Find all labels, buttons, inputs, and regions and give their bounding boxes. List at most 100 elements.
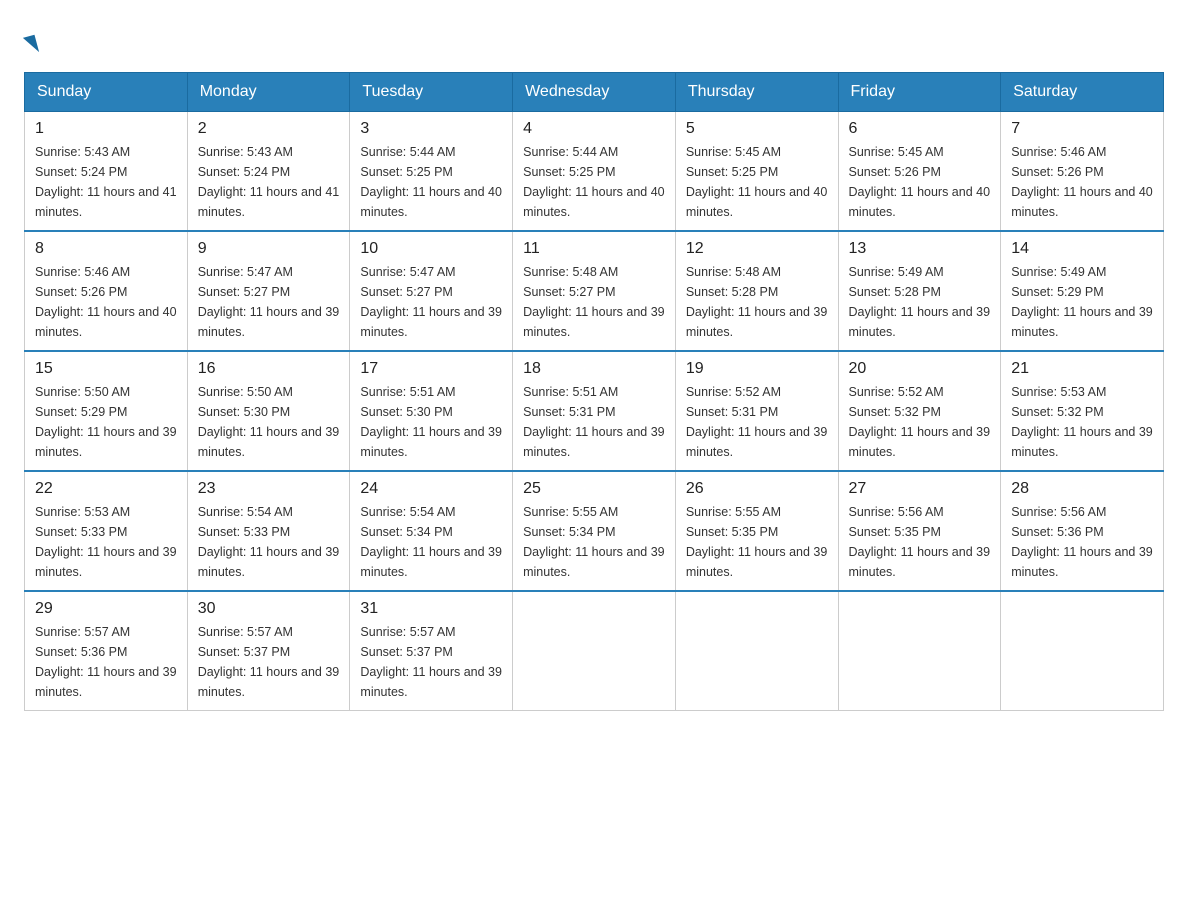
calendar-cell [513, 591, 676, 711]
day-info: Sunrise: 5:45 AM Sunset: 5:26 PM Dayligh… [849, 142, 991, 222]
calendar-cell: 14 Sunrise: 5:49 AM Sunset: 5:29 PM Dayl… [1001, 231, 1164, 351]
day-info: Sunrise: 5:52 AM Sunset: 5:31 PM Dayligh… [686, 382, 828, 462]
logo [24, 24, 38, 52]
day-info: Sunrise: 5:55 AM Sunset: 5:35 PM Dayligh… [686, 502, 828, 582]
day-info: Sunrise: 5:48 AM Sunset: 5:28 PM Dayligh… [686, 262, 828, 342]
day-number: 9 [198, 240, 340, 258]
calendar-week-row: 8 Sunrise: 5:46 AM Sunset: 5:26 PM Dayli… [25, 231, 1164, 351]
calendar-cell: 7 Sunrise: 5:46 AM Sunset: 5:26 PM Dayli… [1001, 112, 1164, 232]
day-number: 22 [35, 480, 177, 498]
calendar-header-sunday: Sunday [25, 73, 188, 112]
day-number: 17 [360, 360, 502, 378]
day-info: Sunrise: 5:44 AM Sunset: 5:25 PM Dayligh… [360, 142, 502, 222]
calendar-header-wednesday: Wednesday [513, 73, 676, 112]
calendar-cell: 12 Sunrise: 5:48 AM Sunset: 5:28 PM Dayl… [675, 231, 838, 351]
calendar-cell: 4 Sunrise: 5:44 AM Sunset: 5:25 PM Dayli… [513, 112, 676, 232]
day-info: Sunrise: 5:57 AM Sunset: 5:36 PM Dayligh… [35, 622, 177, 702]
day-number: 25 [523, 480, 665, 498]
day-info: Sunrise: 5:56 AM Sunset: 5:35 PM Dayligh… [849, 502, 991, 582]
day-number: 29 [35, 600, 177, 618]
day-info: Sunrise: 5:45 AM Sunset: 5:25 PM Dayligh… [686, 142, 828, 222]
day-info: Sunrise: 5:43 AM Sunset: 5:24 PM Dayligh… [198, 142, 340, 222]
calendar-cell: 31 Sunrise: 5:57 AM Sunset: 5:37 PM Dayl… [350, 591, 513, 711]
day-info: Sunrise: 5:43 AM Sunset: 5:24 PM Dayligh… [35, 142, 177, 222]
calendar-header-row: SundayMondayTuesdayWednesdayThursdayFrid… [25, 73, 1164, 112]
day-info: Sunrise: 5:52 AM Sunset: 5:32 PM Dayligh… [849, 382, 991, 462]
calendar-week-row: 22 Sunrise: 5:53 AM Sunset: 5:33 PM Dayl… [25, 471, 1164, 591]
day-info: Sunrise: 5:55 AM Sunset: 5:34 PM Dayligh… [523, 502, 665, 582]
day-info: Sunrise: 5:53 AM Sunset: 5:33 PM Dayligh… [35, 502, 177, 582]
day-info: Sunrise: 5:57 AM Sunset: 5:37 PM Dayligh… [198, 622, 340, 702]
day-info: Sunrise: 5:54 AM Sunset: 5:33 PM Dayligh… [198, 502, 340, 582]
calendar-cell: 20 Sunrise: 5:52 AM Sunset: 5:32 PM Dayl… [838, 351, 1001, 471]
calendar-header-tuesday: Tuesday [350, 73, 513, 112]
day-info: Sunrise: 5:49 AM Sunset: 5:29 PM Dayligh… [1011, 262, 1153, 342]
day-number: 12 [686, 240, 828, 258]
day-info: Sunrise: 5:46 AM Sunset: 5:26 PM Dayligh… [1011, 142, 1153, 222]
day-number: 5 [686, 120, 828, 138]
calendar-cell: 29 Sunrise: 5:57 AM Sunset: 5:36 PM Dayl… [25, 591, 188, 711]
day-info: Sunrise: 5:47 AM Sunset: 5:27 PM Dayligh… [198, 262, 340, 342]
calendar-cell: 21 Sunrise: 5:53 AM Sunset: 5:32 PM Dayl… [1001, 351, 1164, 471]
calendar-cell: 3 Sunrise: 5:44 AM Sunset: 5:25 PM Dayli… [350, 112, 513, 232]
calendar-cell: 23 Sunrise: 5:54 AM Sunset: 5:33 PM Dayl… [187, 471, 350, 591]
calendar-cell: 9 Sunrise: 5:47 AM Sunset: 5:27 PM Dayli… [187, 231, 350, 351]
day-number: 19 [686, 360, 828, 378]
calendar-cell: 17 Sunrise: 5:51 AM Sunset: 5:30 PM Dayl… [350, 351, 513, 471]
day-number: 16 [198, 360, 340, 378]
calendar-cell: 11 Sunrise: 5:48 AM Sunset: 5:27 PM Dayl… [513, 231, 676, 351]
day-number: 30 [198, 600, 340, 618]
day-info: Sunrise: 5:50 AM Sunset: 5:29 PM Dayligh… [35, 382, 177, 462]
day-number: 21 [1011, 360, 1153, 378]
day-number: 20 [849, 360, 991, 378]
calendar-cell: 2 Sunrise: 5:43 AM Sunset: 5:24 PM Dayli… [187, 112, 350, 232]
day-info: Sunrise: 5:46 AM Sunset: 5:26 PM Dayligh… [35, 262, 177, 342]
day-number: 27 [849, 480, 991, 498]
day-info: Sunrise: 5:49 AM Sunset: 5:28 PM Dayligh… [849, 262, 991, 342]
calendar-header-thursday: Thursday [675, 73, 838, 112]
day-number: 13 [849, 240, 991, 258]
calendar-cell: 24 Sunrise: 5:54 AM Sunset: 5:34 PM Dayl… [350, 471, 513, 591]
day-number: 2 [198, 120, 340, 138]
calendar-cell: 25 Sunrise: 5:55 AM Sunset: 5:34 PM Dayl… [513, 471, 676, 591]
calendar-week-row: 15 Sunrise: 5:50 AM Sunset: 5:29 PM Dayl… [25, 351, 1164, 471]
day-info: Sunrise: 5:54 AM Sunset: 5:34 PM Dayligh… [360, 502, 502, 582]
page-header [24, 24, 1164, 52]
calendar-cell [838, 591, 1001, 711]
calendar-cell: 30 Sunrise: 5:57 AM Sunset: 5:37 PM Dayl… [187, 591, 350, 711]
calendar-header-saturday: Saturday [1001, 73, 1164, 112]
calendar-cell: 18 Sunrise: 5:51 AM Sunset: 5:31 PM Dayl… [513, 351, 676, 471]
day-number: 31 [360, 600, 502, 618]
calendar-header-monday: Monday [187, 73, 350, 112]
calendar-cell: 5 Sunrise: 5:45 AM Sunset: 5:25 PM Dayli… [675, 112, 838, 232]
calendar-cell: 15 Sunrise: 5:50 AM Sunset: 5:29 PM Dayl… [25, 351, 188, 471]
calendar-cell: 8 Sunrise: 5:46 AM Sunset: 5:26 PM Dayli… [25, 231, 188, 351]
day-number: 7 [1011, 120, 1153, 138]
calendar-table: SundayMondayTuesdayWednesdayThursdayFrid… [24, 72, 1164, 711]
calendar-cell: 27 Sunrise: 5:56 AM Sunset: 5:35 PM Dayl… [838, 471, 1001, 591]
day-number: 23 [198, 480, 340, 498]
day-number: 24 [360, 480, 502, 498]
day-info: Sunrise: 5:56 AM Sunset: 5:36 PM Dayligh… [1011, 502, 1153, 582]
day-info: Sunrise: 5:50 AM Sunset: 5:30 PM Dayligh… [198, 382, 340, 462]
day-number: 14 [1011, 240, 1153, 258]
calendar-cell: 6 Sunrise: 5:45 AM Sunset: 5:26 PM Dayli… [838, 112, 1001, 232]
calendar-cell: 26 Sunrise: 5:55 AM Sunset: 5:35 PM Dayl… [675, 471, 838, 591]
day-info: Sunrise: 5:47 AM Sunset: 5:27 PM Dayligh… [360, 262, 502, 342]
day-number: 8 [35, 240, 177, 258]
day-number: 15 [35, 360, 177, 378]
calendar-week-row: 29 Sunrise: 5:57 AM Sunset: 5:36 PM Dayl… [25, 591, 1164, 711]
day-number: 11 [523, 240, 665, 258]
day-number: 18 [523, 360, 665, 378]
logo-arrow-icon [23, 35, 39, 55]
day-number: 6 [849, 120, 991, 138]
calendar-cell: 16 Sunrise: 5:50 AM Sunset: 5:30 PM Dayl… [187, 351, 350, 471]
calendar-cell: 10 Sunrise: 5:47 AM Sunset: 5:27 PM Dayl… [350, 231, 513, 351]
calendar-cell [1001, 591, 1164, 711]
day-info: Sunrise: 5:44 AM Sunset: 5:25 PM Dayligh… [523, 142, 665, 222]
calendar-cell [675, 591, 838, 711]
day-info: Sunrise: 5:57 AM Sunset: 5:37 PM Dayligh… [360, 622, 502, 702]
day-info: Sunrise: 5:51 AM Sunset: 5:31 PM Dayligh… [523, 382, 665, 462]
calendar-cell: 1 Sunrise: 5:43 AM Sunset: 5:24 PM Dayli… [25, 112, 188, 232]
calendar-cell: 19 Sunrise: 5:52 AM Sunset: 5:31 PM Dayl… [675, 351, 838, 471]
